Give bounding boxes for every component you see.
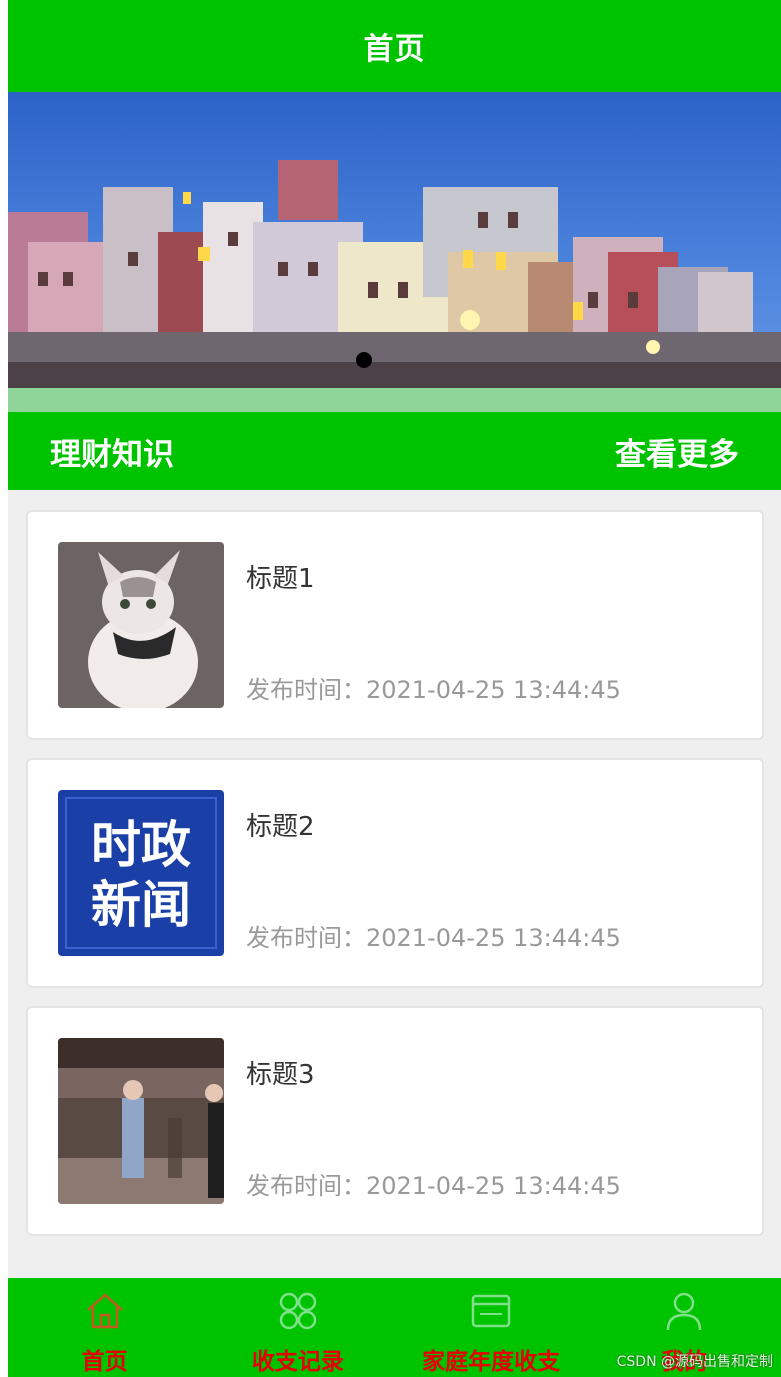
cat-photo-icon (58, 542, 224, 708)
section-header: 理财知识 查看更多 (8, 412, 781, 490)
calendar-icon (471, 1294, 511, 1328)
app-screen: 首页 理财知识 查看更多 标题1 发布时间：2021-04-25 13:44:4… (8, 0, 781, 1377)
news-logo-text-line2: 新闻 (91, 875, 191, 934)
tab-records[interactable]: 收支记录 (201, 1278, 394, 1377)
list-item[interactable]: 时政 新闻 标题2 发布时间：2021-04-25 13:44:45 (26, 758, 764, 988)
grid-icon (279, 1292, 317, 1330)
tab-label: 家庭年度收支 (422, 1349, 561, 1375)
article-time: 发布时间：2021-04-25 13:44:45 (246, 924, 621, 952)
home-icon (86, 1293, 123, 1329)
tab-home[interactable]: 首页 (8, 1278, 201, 1377)
article-title: 标题3 (246, 1060, 315, 1090)
stage-photo-icon (58, 1038, 224, 1204)
top-header: 首页 (8, 0, 781, 92)
news-logo-icon: 时政 新闻 (58, 790, 224, 956)
tab-label: 首页 (81, 1349, 128, 1375)
page-title: 首页 (363, 32, 426, 67)
banner-carousel[interactable] (8, 92, 781, 412)
view-more-link[interactable]: 查看更多 (615, 429, 739, 474)
section-title: 理财知识 (50, 436, 174, 473)
tab-label: 收支记录 (251, 1349, 344, 1375)
user-icon (667, 1292, 702, 1331)
list-item[interactable]: 标题3 发布时间：2021-04-25 13:44:45 (26, 1006, 764, 1236)
carousel-indicator-dot (356, 352, 372, 368)
left-edge-strip (0, 0, 8, 1377)
article-thumbnail (58, 1038, 224, 1204)
watermark-text: CSDN @源码出售和定制 (616, 1354, 773, 1370)
article-time: 发布时间：2021-04-25 13:44:45 (246, 676, 621, 704)
list-item[interactable]: 标题1 发布时间：2021-04-25 13:44:45 (26, 510, 764, 740)
article-title: 标题1 (246, 564, 315, 594)
news-logo-text-line1: 时政 (91, 815, 191, 874)
article-thumbnail (58, 542, 224, 708)
tab-annual[interactable]: 家庭年度收支 (395, 1278, 588, 1377)
article-title: 标题2 (246, 812, 315, 842)
banner-image (8, 92, 781, 412)
article-time: 发布时间：2021-04-25 13:44:45 (246, 1172, 621, 1200)
article-thumbnail: 时政 新闻 (58, 790, 224, 956)
